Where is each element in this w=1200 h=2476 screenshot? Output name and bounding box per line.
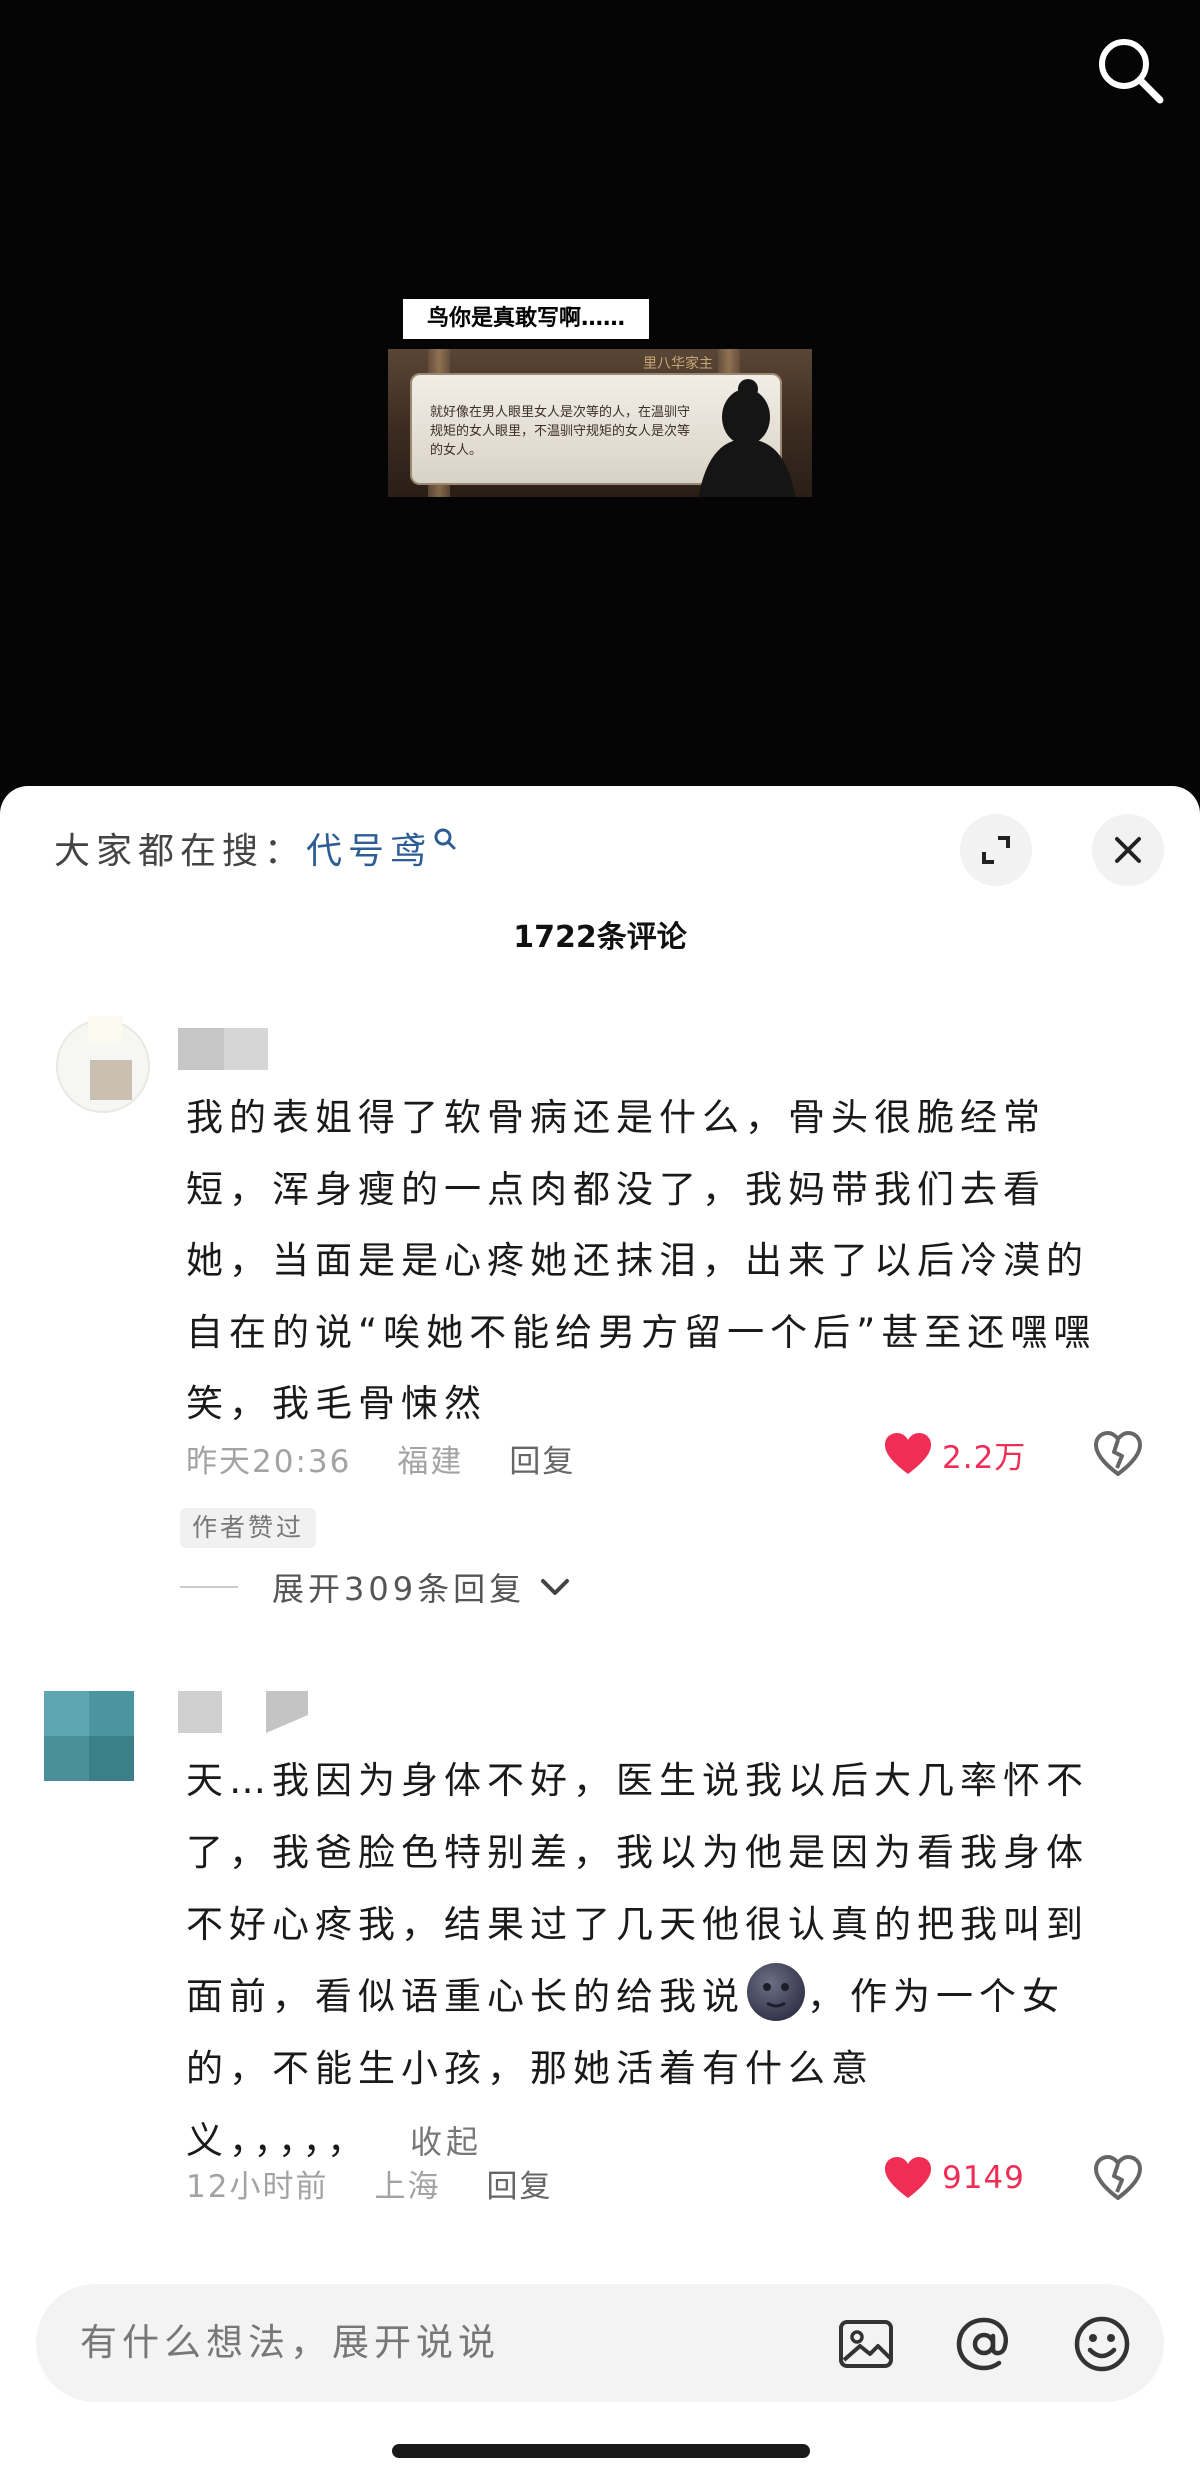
hot-search-bar[interactable]: 大家都在搜：代号鸢 bbox=[54, 822, 458, 882]
search-icon bbox=[434, 828, 456, 850]
comment-location: 上海 bbox=[374, 2169, 441, 2205]
comment-location: 福建 bbox=[397, 1444, 464, 1480]
like-count: 9149 bbox=[942, 2160, 1025, 2196]
comment-input[interactable]: 有什么想法，展开说说 bbox=[80, 2284, 500, 2402]
character-silhouette-icon bbox=[698, 379, 796, 497]
like-button[interactable]: 9149 bbox=[884, 2153, 1025, 2203]
heart-filled-icon bbox=[885, 2157, 931, 2198]
search-icon[interactable] bbox=[1090, 30, 1170, 110]
comment-time: 昨天20:36 bbox=[186, 1444, 352, 1480]
comment-sheet: 大家都在搜：代号鸢 1722条评论 我的表姐得了软骨病还是什么，骨头很脆经常短，… bbox=[0, 786, 1200, 2476]
hot-search-keyword[interactable]: 代号鸢 bbox=[306, 831, 432, 872]
close-icon bbox=[1115, 837, 1141, 863]
comment-meta: 昨天20:36 福建 回复 bbox=[186, 1436, 621, 1481]
broken-heart-icon bbox=[1094, 2155, 1142, 2200]
comment-meta: 12小时前 上海 回复 bbox=[186, 2161, 598, 2206]
close-panel-button[interactable] bbox=[1092, 814, 1164, 886]
hot-search-prefix: 大家都在搜： bbox=[54, 831, 307, 872]
chevron-down-icon bbox=[541, 1579, 570, 1595]
username-pixelated[interactable] bbox=[178, 1691, 308, 1733]
author-liked-badge: 作者赞过 bbox=[180, 1508, 317, 1548]
mention-icon[interactable] bbox=[954, 2314, 1014, 2374]
avatar[interactable] bbox=[48, 1016, 150, 1113]
expand-panel-button[interactable] bbox=[960, 814, 1032, 886]
avatar[interactable] bbox=[44, 1691, 134, 1781]
collapse-button[interactable]: 收起 bbox=[410, 2123, 482, 2161]
broken-heart-icon bbox=[1094, 1431, 1142, 1476]
heart-filled-icon bbox=[885, 1433, 931, 1474]
like-count: 2.2万 bbox=[942, 1439, 1027, 1476]
dislike-button[interactable] bbox=[1092, 1428, 1144, 1480]
comment-time: 12小时前 bbox=[186, 2169, 329, 2205]
moon-face-emoji-icon bbox=[747, 1963, 805, 2021]
expand-icon bbox=[982, 836, 1010, 864]
comment-text: 我的表姐得了软骨病还是什么，骨头很脆经常短，浑身瘦的一点肉都没了，我妈带我们去看… bbox=[186, 1096, 1097, 1425]
like-button[interactable]: 2.2万 bbox=[884, 1429, 1026, 1479]
dislike-button[interactable] bbox=[1092, 2152, 1144, 2204]
divider bbox=[180, 1586, 238, 1588]
video-player[interactable]: 鸟你是真敢写啊…… 就好像在男人眼里女人是次等的人，在温驯守规矩的女人眼里，不温… bbox=[0, 0, 1200, 790]
username-pixelated[interactable] bbox=[178, 1028, 268, 1070]
comment-text: 天…我因为身体不好，医生说我以后大几率怀不了，我爸脸色特别差，我以为他是因为看我… bbox=[186, 1745, 1126, 2178]
game-screenshot: 就好像在男人眼里女人是次等的人，在温驯守规矩的女人眼里，不温驯守规矩的女人是次等… bbox=[388, 349, 812, 497]
game-dialog-text: 就好像在男人眼里女人是次等的人，在温驯守规矩的女人眼里，不温驯守规矩的女人是次等… bbox=[430, 405, 691, 458]
comment-text-part: 义，，，，， bbox=[186, 2119, 370, 2162]
expand-replies-button[interactable]: 展开309条回复 bbox=[180, 1562, 575, 1612]
home-indicator[interactable] bbox=[392, 2444, 810, 2458]
reply-button[interactable]: 回复 bbox=[509, 1444, 575, 1480]
comment-input-bar[interactable]: 有什么想法，展开说说 bbox=[36, 2284, 1164, 2402]
emoji-icon[interactable] bbox=[1072, 2314, 1132, 2374]
comment-count: 1722条评论 bbox=[513, 920, 687, 955]
expand-replies-label: 展开309条回复 bbox=[272, 1570, 526, 1608]
image-picker-icon[interactable] bbox=[836, 2314, 896, 2374]
reply-button[interactable]: 回复 bbox=[486, 2169, 552, 2205]
video-caption: 鸟你是真敢写啊…… bbox=[403, 299, 649, 339]
